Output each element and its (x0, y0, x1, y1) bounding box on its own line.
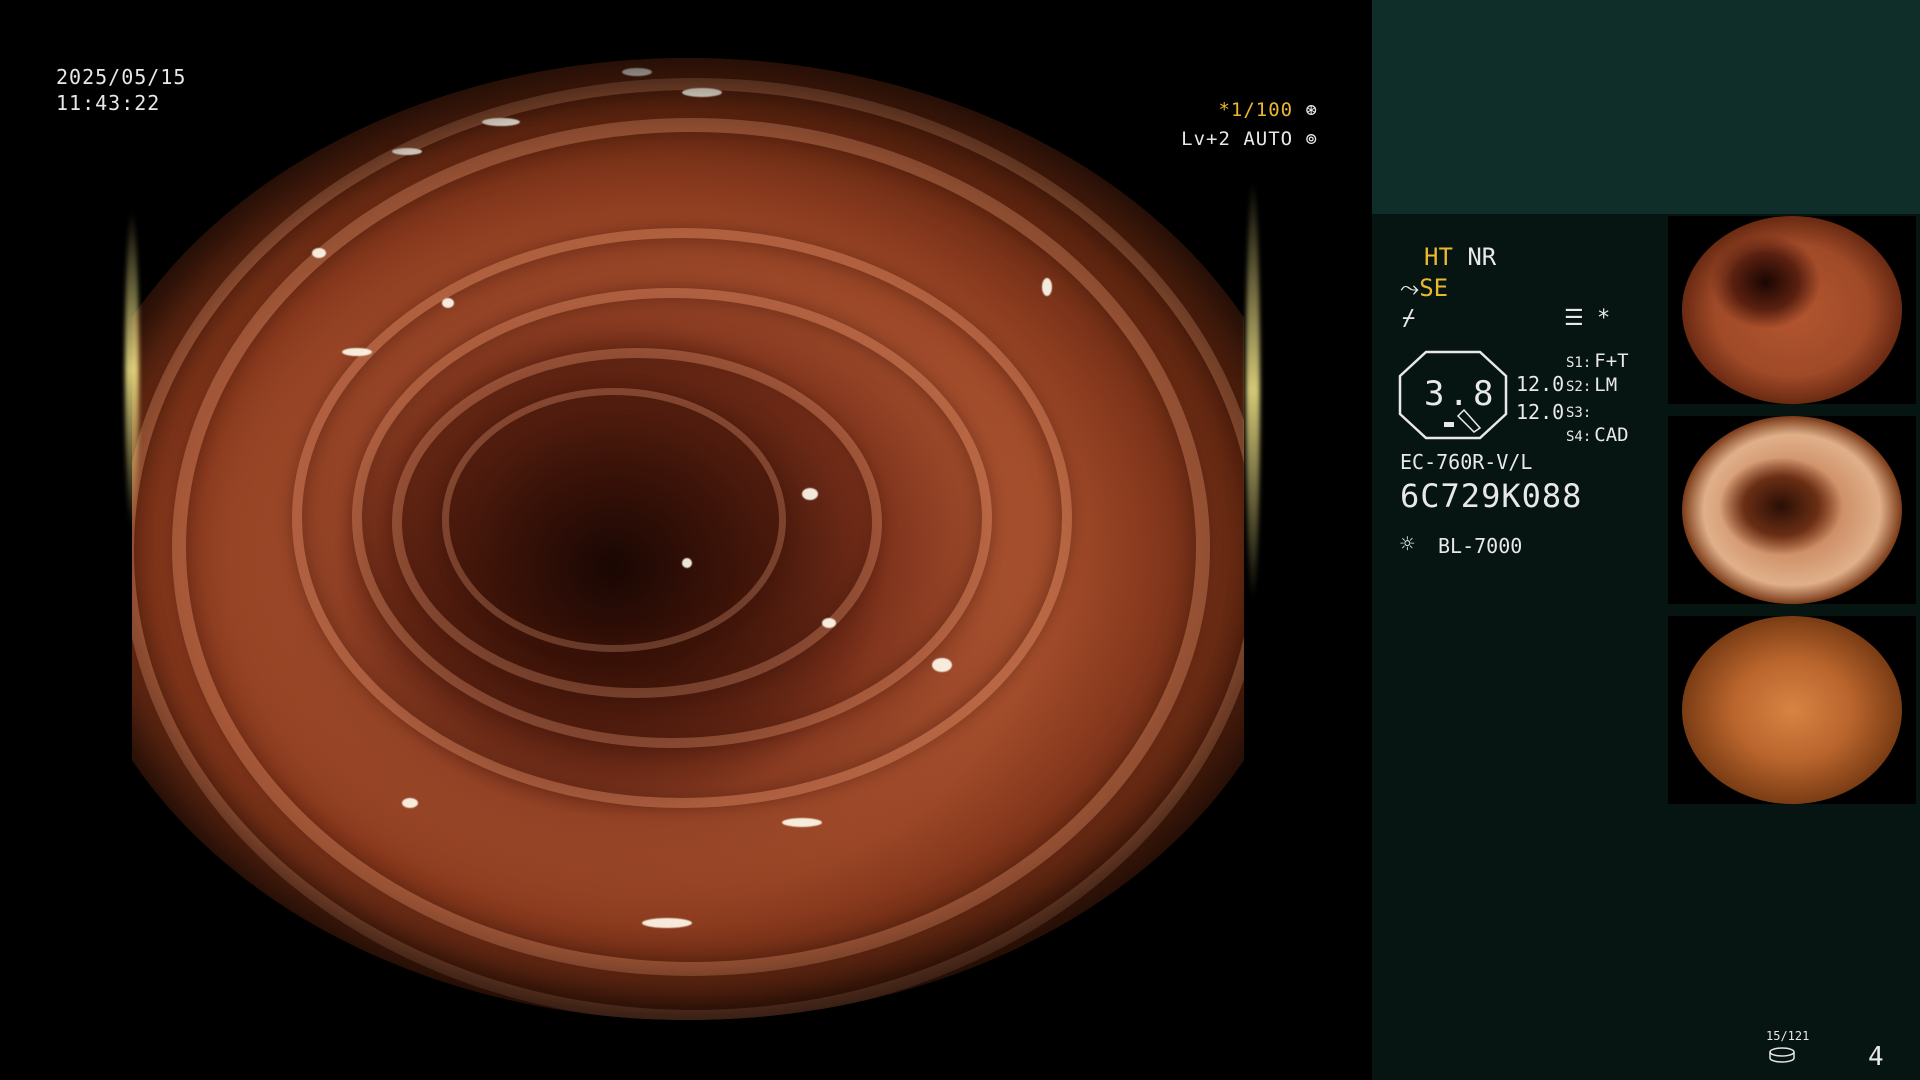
thumbnail-image (1682, 616, 1902, 804)
light-reflection (682, 558, 692, 568)
scope-serial-number: 6C729K088 (1400, 477, 1583, 515)
captured-image-thumbnail-2[interactable] (1668, 416, 1916, 604)
date-time-readout: 2025/05/15 11:43:22 (56, 64, 186, 116)
light-reflection (402, 798, 418, 808)
page-number: 4 (1868, 1042, 1884, 1072)
info-panel: HT NR ⤳SE ⌿ ☰ * 3.8 12.0 12.0 S1: F+T S2:… (1372, 0, 1920, 1080)
agc-text: Lv+2 AUTO (1181, 128, 1294, 150)
light-reflection (392, 148, 422, 155)
storage-disk-icon (1769, 1047, 1795, 1063)
shutter-prefix: * (1218, 99, 1231, 121)
se-label: SE (1419, 274, 1449, 302)
structure-mode-line: ☰ * (1564, 306, 1610, 331)
panel-header-block (1372, 0, 1920, 214)
light-reflection (642, 918, 692, 928)
auto-iris-icon: ⊚ (1305, 128, 1318, 150)
thumbnail-image (1682, 216, 1902, 404)
setting-value-b: 12.0 (1516, 400, 1565, 424)
endoscopy-screen: 2025/05/15 11:43:22 *1/100 ⊛ Lv+2 AUTO ⊚… (0, 0, 1920, 1080)
captured-image-thumbnail-1[interactable] (1668, 216, 1916, 404)
enhance-icon: ⌿ (1402, 306, 1416, 331)
light-reflection (682, 88, 722, 97)
light-reflection (932, 658, 952, 672)
light-reflection (442, 298, 454, 308)
light-reflection (482, 118, 520, 126)
se-line: ⤳SE (1400, 274, 1448, 302)
sun-icon: ☼ (1400, 530, 1415, 558)
light-reflection (822, 618, 836, 628)
shutter-speed-text: 1/100 (1230, 99, 1294, 121)
aperture-icon: ⊛ (1305, 99, 1318, 121)
light-reflection (802, 488, 818, 500)
switch-s1: S1: F+T (1566, 350, 1629, 372)
processing-mode-line: HT NR (1424, 243, 1496, 271)
edge-glare (1246, 180, 1260, 600)
edge-glare (125, 210, 139, 530)
nr-label: NR (1467, 243, 1497, 271)
endoscope-live-view (132, 58, 1244, 1020)
ht-label: HT (1424, 243, 1453, 271)
scope-model: EC-760R-V/L (1400, 450, 1533, 474)
curve-icon: ⤳ (1400, 274, 1420, 302)
structure-icon: ☰ (1564, 306, 1584, 331)
shutter-speed-readout: *1/100 ⊛ (1218, 99, 1318, 121)
light-reflection (782, 818, 822, 827)
light-reflection (342, 348, 372, 356)
light-source-model: BL-7000 (1438, 534, 1523, 558)
switch-s2: S2: LM (1566, 374, 1618, 396)
thumbnail-image (1682, 416, 1902, 604)
setting-value-a: 12.0 (1516, 372, 1565, 396)
light-reflection (622, 68, 652, 76)
agc-readout: Lv+2 AUTO ⊚ (1181, 128, 1318, 150)
switch-s4: S4: CAD (1566, 424, 1629, 446)
light-reflection (1042, 278, 1052, 296)
time-text: 11:43:22 (56, 91, 161, 115)
asterisk-indicator: * (1596, 306, 1611, 331)
light-reflection (312, 248, 326, 258)
captured-image-thumbnail-3[interactable] (1668, 616, 1916, 804)
mucosal-fold (132, 78, 1244, 1020)
date-text: 2025/05/15 (56, 65, 187, 89)
switch-s3: S3: (1566, 405, 1592, 421)
zoom-value: 3.8 (1424, 374, 1498, 414)
